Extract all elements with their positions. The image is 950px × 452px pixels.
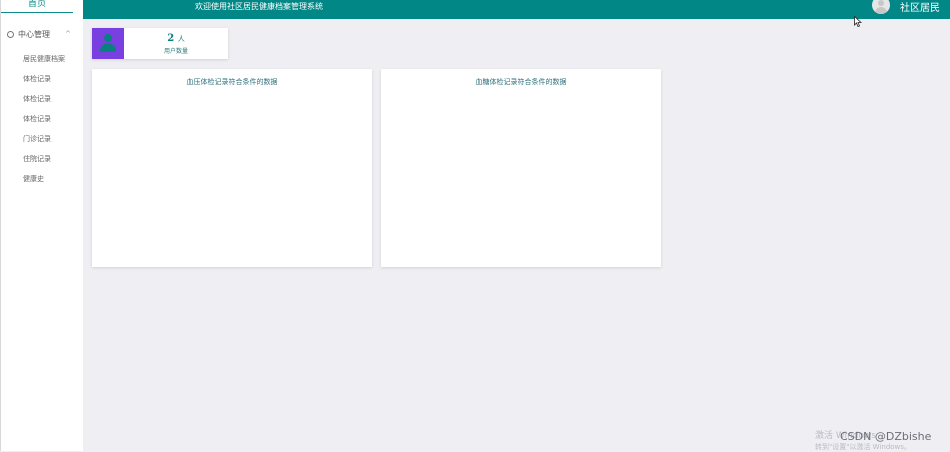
sidebar-item-exam-records-2[interactable]: 体检记录 xyxy=(23,94,65,114)
user-count-card: 2 人 用户数量 xyxy=(92,28,228,59)
sidebar: 首页 中心管理 ^ 居民健康档案 体检记录 体检记录 体检记录 门诊记录 住院记… xyxy=(0,0,83,451)
user-icon xyxy=(92,28,124,59)
sidebar-item-outpatient-records[interactable]: 门诊记录 xyxy=(23,134,65,154)
user-count-value: 2 xyxy=(167,33,175,44)
tab-home[interactable]: 首页 xyxy=(1,0,73,13)
user-count-label: 用户数量 xyxy=(163,48,188,55)
header-title: 欢迎使用社区居民健康档案管理系统 xyxy=(195,2,323,11)
user-name[interactable]: 社区居民 xyxy=(900,0,940,14)
sidebar-menu-label: 中心管理 xyxy=(18,29,50,39)
blood-sugar-chart-panel: 血糖体检记录符合条件的数据 xyxy=(381,69,661,267)
chat-bubble-icon xyxy=(7,30,14,38)
top-header: 欢迎使用社区居民健康档案管理系统 社区居民 xyxy=(83,0,950,19)
blood-pressure-chart-panel: 血压体检记录符合条件的数据 xyxy=(92,69,372,267)
user-icon-head xyxy=(104,34,112,42)
user-count-unit: 人 xyxy=(177,35,185,43)
chevron-up-icon: ^ xyxy=(65,30,71,38)
blood-sugar-chart-title: 血糖体检记录符合条件的数据 xyxy=(475,78,567,86)
avatar-head-shape xyxy=(878,0,884,6)
avatar-body-shape xyxy=(875,7,887,14)
csdn-watermark: CSDN @DZbishe xyxy=(840,430,932,443)
user-icon-body xyxy=(100,43,116,52)
avatar[interactable] xyxy=(872,0,890,14)
sidebar-menu-center-management[interactable]: 中心管理 ^ xyxy=(7,28,77,40)
sidebar-item-exam-records-3[interactable]: 体检记录 xyxy=(23,114,65,134)
user-count-value-line: 2 人 xyxy=(124,33,228,44)
mouse-cursor-icon xyxy=(854,16,862,27)
sidebar-item-inpatient-records[interactable]: 住院记录 xyxy=(23,154,65,174)
sidebar-item-exam-records-1[interactable]: 体检记录 xyxy=(23,74,65,94)
sidebar-item-health-history[interactable]: 健康史 xyxy=(23,174,65,194)
sidebar-item-health-records[interactable]: 居民健康档案 xyxy=(23,54,65,74)
sidebar-submenu: 居民健康档案 体检记录 体检记录 体检记录 门诊记录 住院记录 健康史 xyxy=(23,54,65,194)
blood-pressure-chart-title: 血压体检记录符合条件的数据 xyxy=(186,78,278,86)
